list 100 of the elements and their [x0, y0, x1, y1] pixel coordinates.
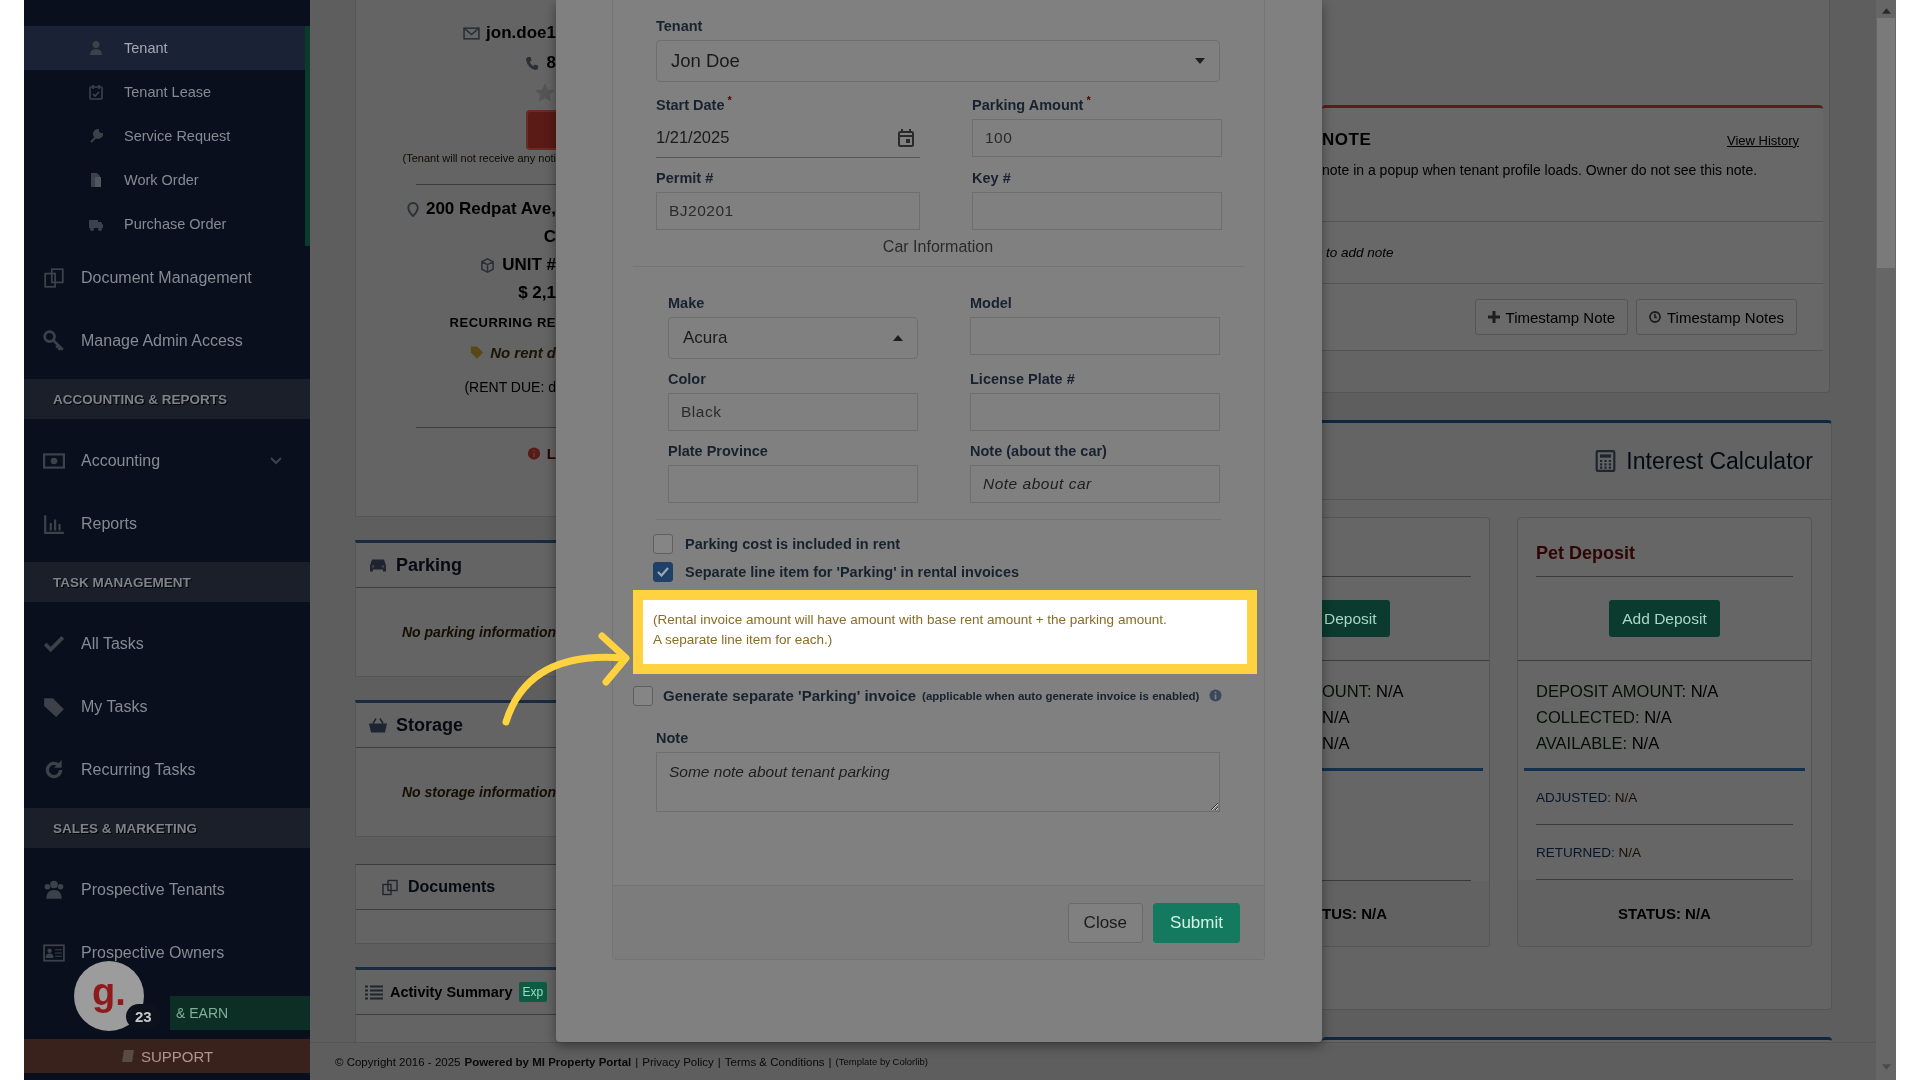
- sidebar-item[interactable]: Work Order: [24, 158, 305, 202]
- card-title: Parking: [396, 554, 463, 576]
- clock-icon: [1649, 311, 1661, 323]
- documents-icon: [43, 266, 65, 289]
- card-title: Storage: [396, 714, 464, 736]
- make-select[interactable]: Acura: [668, 316, 918, 359]
- sidebar-item[interactable]: My Tasks: [24, 675, 310, 738]
- calendar-icon: [898, 128, 914, 147]
- scroll-down-icon[interactable]: [1881, 1064, 1891, 1070]
- copyright-text: © Copyright 2016 - 2025: [335, 1055, 461, 1068]
- checkbox-label[interactable]: Separate line item for 'Parking' in rental invoices: [685, 563, 1020, 580]
- add-deposit-button[interactable]: Add Deposit: [1609, 600, 1720, 637]
- rent-amount: $ 2,1: [518, 283, 556, 303]
- field-label: Note: [656, 729, 690, 746]
- field-label: License Plate #: [970, 370, 1076, 387]
- note-textarea[interactable]: Some note about tenant parking: [656, 751, 1220, 812]
- tenant-select[interactable]: Jon Doe: [656, 40, 1220, 82]
- plus-icon: [1487, 311, 1500, 323]
- wrench-icon: [88, 128, 104, 144]
- text-input[interactable]: Black: [668, 392, 918, 431]
- key-icon: [43, 329, 65, 352]
- scrollbar[interactable]: [1876, 0, 1896, 1080]
- amount-line: DEPOSIT AMOUNT: N/A: [1536, 681, 1720, 702]
- toggle-button[interactable]: [526, 110, 556, 150]
- submit-button[interactable]: Submit: [1153, 902, 1240, 943]
- bar-chart-icon: [43, 512, 65, 535]
- id-card-icon: [43, 941, 65, 964]
- amount-line: COLLECTED: N/A: [1536, 707, 1673, 728]
- field-label: Tenant: [656, 18, 704, 34]
- sidebar-item[interactable]: Prospective Tenants: [24, 858, 310, 921]
- field-label: Model: [970, 294, 1013, 311]
- sidebar-item[interactable]: Accounting: [24, 429, 310, 492]
- checkbox-label[interactable]: Generate separate 'Parking' invoice: [663, 687, 917, 705]
- calendar-icon: [88, 84, 104, 100]
- scrollbar-thumb[interactable]: [1877, 18, 1895, 268]
- field-label: Permit #: [656, 169, 715, 186]
- phone-icon: [523, 55, 541, 71]
- section-title: Car Information: [881, 237, 995, 256]
- list-icon: [364, 983, 384, 1001]
- card-title: Documents: [408, 878, 496, 896]
- empty-message: No parking information: [401, 623, 556, 642]
- sidebar-item[interactable]: Manage Admin Access: [24, 309, 310, 372]
- checkbox[interactable]: [633, 685, 653, 706]
- footer-link[interactable]: Terms & Conditions: [724, 1055, 825, 1068]
- text-input[interactable]: Note about car: [970, 464, 1220, 503]
- support-button[interactable]: SUPPORT: [24, 1039, 310, 1073]
- field-label: Plate Province: [668, 442, 769, 459]
- documents-icon: [88, 172, 104, 188]
- checkbox[interactable]: [653, 533, 673, 554]
- sidebar-item[interactable]: Reports: [24, 492, 310, 555]
- powered-by-text: Powered by MI Property Portal: [464, 1055, 632, 1068]
- checkbox[interactable]: [653, 561, 673, 582]
- deposit-title: Pet Deposit: [1536, 543, 1636, 564]
- scroll-up-icon[interactable]: [1881, 8, 1891, 14]
- footer-link[interactable]: Privacy Policy: [642, 1055, 714, 1068]
- rent-note: No rent d: [490, 343, 556, 361]
- add-deposit-button[interactable]: Deposit: [1322, 600, 1390, 637]
- recurring-label: RECURRING RE: [449, 314, 556, 330]
- empty-message: No storage information: [401, 783, 556, 802]
- info-icon: [526, 445, 541, 461]
- envelope-icon: [463, 25, 481, 41]
- info-icon[interactable]: [1209, 689, 1223, 703]
- tag-icon: [470, 344, 485, 360]
- sidebar-item[interactable]: Service Request: [24, 114, 305, 158]
- refer-earn-button[interactable]: & EARN: [170, 996, 310, 1030]
- phone-text: 8: [546, 53, 556, 73]
- sidebar-item[interactable]: Document Management: [24, 246, 310, 309]
- sidebar-item[interactable]: All Tasks: [24, 612, 310, 675]
- timestamp-button[interactable]: Timestamp Note: [1474, 299, 1628, 335]
- timestamp-button[interactable]: Timestamp Notes: [1636, 299, 1797, 335]
- panel-title: NOTE: [1322, 130, 1372, 150]
- status-text: TUS: N/A: [1322, 905, 1387, 922]
- field-label: Note (about the car): [970, 442, 1108, 459]
- card-title: Interest Calculator: [1626, 447, 1813, 475]
- description-text: note in a popup when tenant profile loads. Owner do not see this note.: [1322, 162, 1759, 179]
- sidebar-item[interactable]: Tenant Lease: [24, 70, 305, 114]
- field-label: Make: [668, 294, 706, 311]
- amount-input[interactable]: 100: [972, 118, 1222, 157]
- detail-text: RETURNED: N/A: [1536, 844, 1642, 860]
- sidebar-item[interactable]: Recurring Tasks: [24, 738, 310, 801]
- amount-line: N/A: [1322, 733, 1351, 754]
- field-label: Color: [668, 370, 707, 387]
- checkbox-label[interactable]: Parking cost is included in rent: [685, 535, 901, 552]
- add-note-prompt[interactable]: to add note: [1326, 245, 1394, 260]
- date-field[interactable]: 1/21/2025: [656, 118, 920, 158]
- view-history-link[interactable]: View History: [1727, 132, 1799, 148]
- sidebar-item[interactable]: Tenant: [24, 26, 305, 70]
- address-text: C: [543, 227, 556, 247]
- separator-text: |: [635, 1055, 639, 1068]
- section-heading: TASK MANAGEMENT: [24, 562, 310, 602]
- export-badge[interactable]: Exp: [518, 982, 548, 1002]
- amount-line: OUNT: N/A: [1322, 681, 1405, 702]
- check-icon: [657, 566, 669, 577]
- field-label: Key #: [972, 169, 1012, 186]
- close-button[interactable]: Close: [1067, 902, 1144, 943]
- email-text: jon.doe1: [486, 23, 556, 43]
- sidebar-item[interactable]: Purchase Order: [24, 202, 305, 246]
- alert-text: L: [546, 444, 556, 462]
- credit-text: (Template by Colorlib): [835, 1056, 928, 1067]
- permit-input[interactable]: BJ20201: [656, 191, 920, 230]
